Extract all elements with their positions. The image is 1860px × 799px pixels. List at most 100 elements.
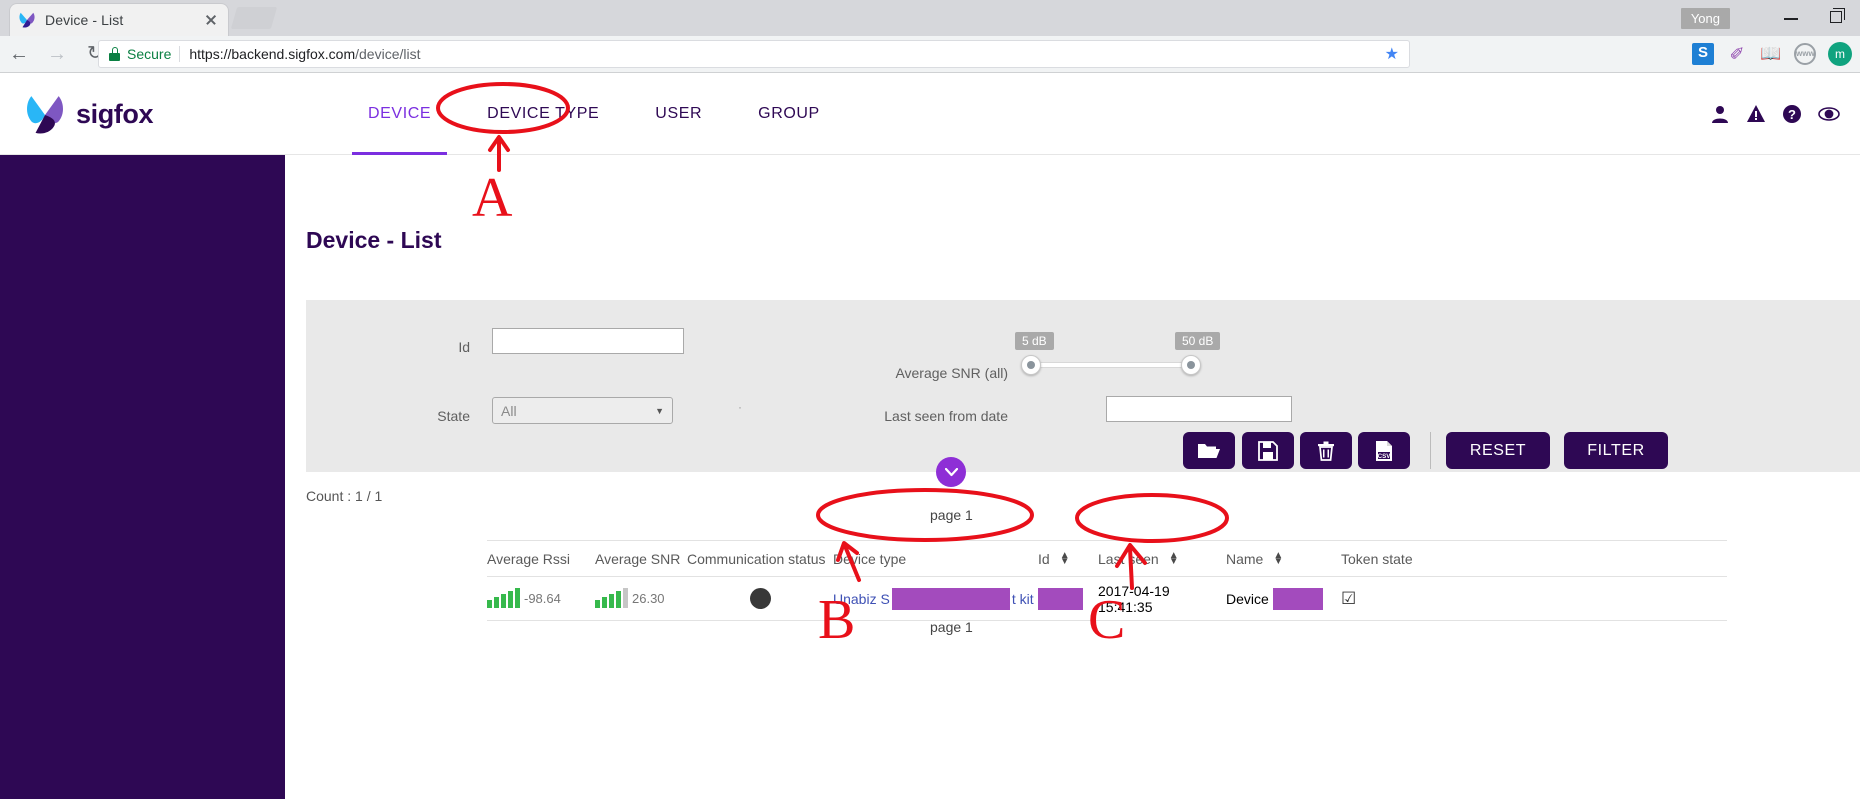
column-header-communication-status[interactable]: Communication status [687,551,833,567]
warning-icon[interactable] [1746,104,1766,124]
browser-tab-title: Device - List [45,12,124,28]
skype-extension-icon[interactable]: S [1692,43,1714,65]
slider-track [1033,362,1199,368]
column-header-name-label: Name [1226,550,1264,567]
profile-avatar[interactable]: m [1828,42,1852,66]
new-tab-button[interactable] [230,7,278,29]
decorative-dot: · [738,400,742,414]
sort-arrows-last-seen[interactable]: ▲ ▼ [1169,550,1179,566]
chevron-down-icon [944,467,958,476]
filter-button[interactable]: FILTER [1564,432,1668,469]
help-icon[interactable]: ? [1782,104,1802,124]
save-filter-button[interactable] [1242,432,1294,469]
device-type-prefix: Unabiz S [833,590,890,607]
nav-item-user[interactable]: USER [627,73,730,155]
book-extension-icon[interactable]: 📖 [1760,43,1782,65]
cell-id[interactable] [1038,587,1098,610]
state-select[interactable]: All ▼ [492,397,673,424]
last-seen-date-input[interactable] [1106,396,1292,422]
csv-file-icon: CSV [1376,440,1392,461]
id-field-label: Id [458,339,470,355]
snr-signal-bars [595,588,628,608]
snr-value: 26.30 [632,591,665,606]
cell-communication-status [687,588,833,609]
svg-text:CSV: CSV [1378,453,1392,460]
bookmark-star-icon[interactable]: ★ [1385,44,1399,64]
result-count: Count : 1 / 1 [306,488,383,504]
forward-arrow-icon: → [47,43,67,65]
nav-item-group-label: GROUP [758,105,820,122]
nav-item-user-label: USER [655,105,703,122]
cell-last-seen: 2017-04-19 15:41:35 [1098,583,1226,615]
column-header-name[interactable]: Name ▲ ▼ [1226,550,1341,567]
cell-device-type[interactable]: Unabiz S t kit [833,587,1038,610]
extension-toolbar: S ✐ 📖 www m [1692,40,1852,68]
state-field-label: State [437,408,470,424]
load-filter-button[interactable] [1183,432,1235,469]
maximize-icon[interactable] [1814,0,1860,36]
omnibox-divider [179,46,181,62]
svg-text:?: ? [1788,107,1796,122]
table-row[interactable]: -98.64 26.30 Unabiz S t kit 2017-04-19 1… [487,577,1727,621]
expand-filters-button[interactable] [936,457,966,487]
snr-max-tooltip: 50 dB [1175,332,1221,350]
rssi-value: -98.64 [524,591,561,606]
export-csv-button[interactable]: CSV [1358,432,1410,469]
reset-button-label: RESET [1469,441,1527,459]
delete-filter-button[interactable] [1300,432,1352,469]
pen-extension-icon[interactable]: ✐ [1726,43,1748,65]
column-header-token-state[interactable]: Token state [1341,551,1461,567]
cell-average-rssi: -98.64 [487,588,595,608]
secure-label: Secure [127,46,172,62]
snr-max-handle[interactable] [1181,355,1201,375]
button-divider [1430,432,1431,469]
reset-button[interactable]: RESET [1446,432,1550,469]
user-icon[interactable] [1710,104,1730,124]
web-page: sigfox DEVICE DEVICE TYPE USER GROUP ? D… [0,73,1860,799]
snr-range-slider[interactable]: 5 dB 50 dB [1015,332,1221,375]
screenshot-root: Device - List Yong ← → ↻ Secure https://… [0,0,1860,799]
sort-arrows-id[interactable]: ▲ ▼ [1060,550,1070,566]
table-header-row: Average Rssi Average SNR Communication s… [487,540,1727,577]
id-input[interactable] [492,328,684,354]
pagination-bottom: page 1 [930,619,973,635]
column-header-device-type[interactable]: Device type [833,551,1038,567]
column-header-average-snr[interactable]: Average SNR [595,551,687,567]
column-header-last-seen[interactable]: Last seen ▲ ▼ [1098,550,1226,567]
no-www-extension-icon[interactable]: www [1794,43,1816,65]
floppy-save-icon [1258,440,1278,461]
column-header-average-rssi[interactable]: Average Rssi [487,551,595,567]
status-dot-icon [749,588,771,609]
device-table: Average Rssi Average SNR Communication s… [487,540,1727,621]
device-type-suffix: t kit [1011,590,1034,607]
url-origin: https://backend.sigfox.com [189,46,356,62]
page-title: Device - List [306,227,442,253]
minimize-icon[interactable] [1768,0,1814,36]
pagination-top: page 1 [930,507,973,523]
nav-item-device-label: DEVICE [368,105,432,122]
close-icon[interactable] [202,11,220,29]
cell-name: Device [1226,587,1341,610]
url-path: /device/list [355,46,421,62]
eye-icon[interactable] [1818,104,1840,124]
rssi-signal-bars [487,588,520,608]
browser-tab[interactable]: Device - List [10,4,228,36]
sort-arrows-name[interactable]: ▲ ▼ [1273,550,1283,566]
filter-panel: Id State All ▼ · Average SNR (all) 5 dB … [306,300,1860,472]
last-seen-value: 2017-04-19 15:41:35 [1098,582,1170,615]
redaction-block-device-type [891,587,1010,610]
nav-item-device-type[interactable]: DEVICE TYPE [459,73,627,155]
address-bar[interactable]: Secure https://backend.sigfox.com /devic… [98,40,1410,68]
column-header-id[interactable]: Id ▲ ▼ [1038,550,1098,567]
back-arrow-icon[interactable]: ← [0,36,38,72]
brand-name: sigfox [76,98,154,129]
state-select-value: All [501,402,517,419]
nav-item-group[interactable]: GROUP [730,73,848,155]
nav-item-device[interactable]: DEVICE [340,73,459,155]
sigfox-butterfly-icon [18,11,36,29]
trash-icon [1318,441,1334,461]
token-state-checkbox[interactable]: ☑ [1341,589,1356,609]
snr-min-handle[interactable] [1021,355,1041,375]
sigfox-logo[interactable]: sigfox [24,93,154,135]
redaction-block-id [1038,587,1083,610]
